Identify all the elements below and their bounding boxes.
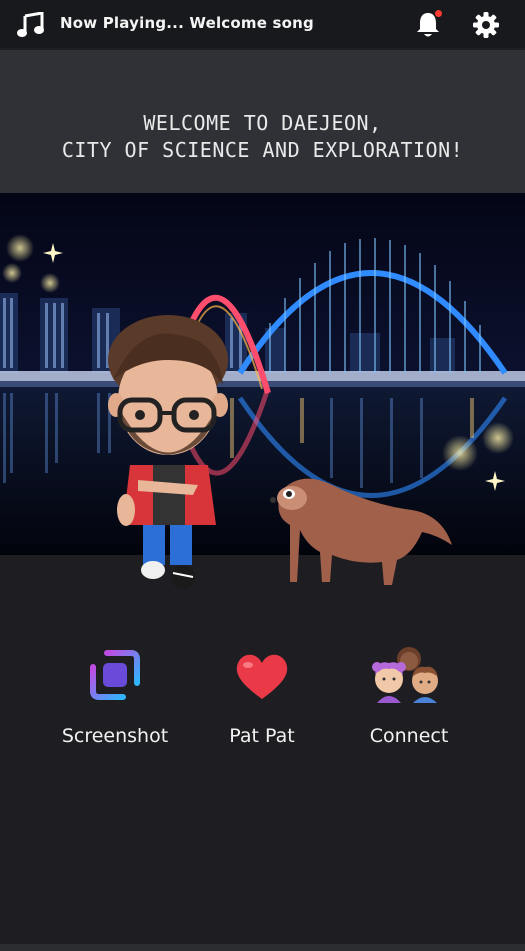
now-playing-text: Now Playing... Welcome song	[60, 14, 314, 32]
settings-button[interactable]	[471, 10, 501, 40]
screenshot-icon	[90, 650, 140, 700]
notification-dot	[435, 10, 442, 17]
welcome-banner: WELCOME TO DAEJEON, CITY OF SCIENCE AND …	[0, 50, 525, 193]
welcome-text: WELCOME TO DAEJEON, CITY OF SCIENCE AND …	[0, 110, 525, 164]
heart-icon	[236, 654, 288, 699]
notifications-button[interactable]	[413, 10, 443, 40]
gear-icon	[473, 12, 499, 38]
connect-label: Connect	[369, 725, 449, 747]
action-row: Screenshot Pat Pat Connect	[0, 645, 525, 765]
welcome-line-2: CITY OF SCIENCE AND EXPLORATION!	[61, 138, 464, 162]
music-note-icon[interactable]	[16, 12, 46, 38]
screenshot-label: Screenshot	[61, 725, 169, 747]
avatar-character[interactable]	[98, 305, 248, 595]
pat-pat-label: Pat Pat	[229, 725, 295, 747]
top-bar: Now Playing... Welcome song	[0, 0, 525, 48]
connect-button[interactable]: Connect	[334, 645, 484, 747]
friends-icon	[372, 647, 438, 703]
otter-pet[interactable]	[262, 470, 462, 595]
pat-pat-button[interactable]: Pat Pat	[187, 645, 337, 747]
bottom-divider	[0, 944, 525, 951]
screenshot-button[interactable]: Screenshot	[40, 645, 190, 747]
welcome-line-1: WELCOME TO DAEJEON,	[143, 111, 382, 135]
